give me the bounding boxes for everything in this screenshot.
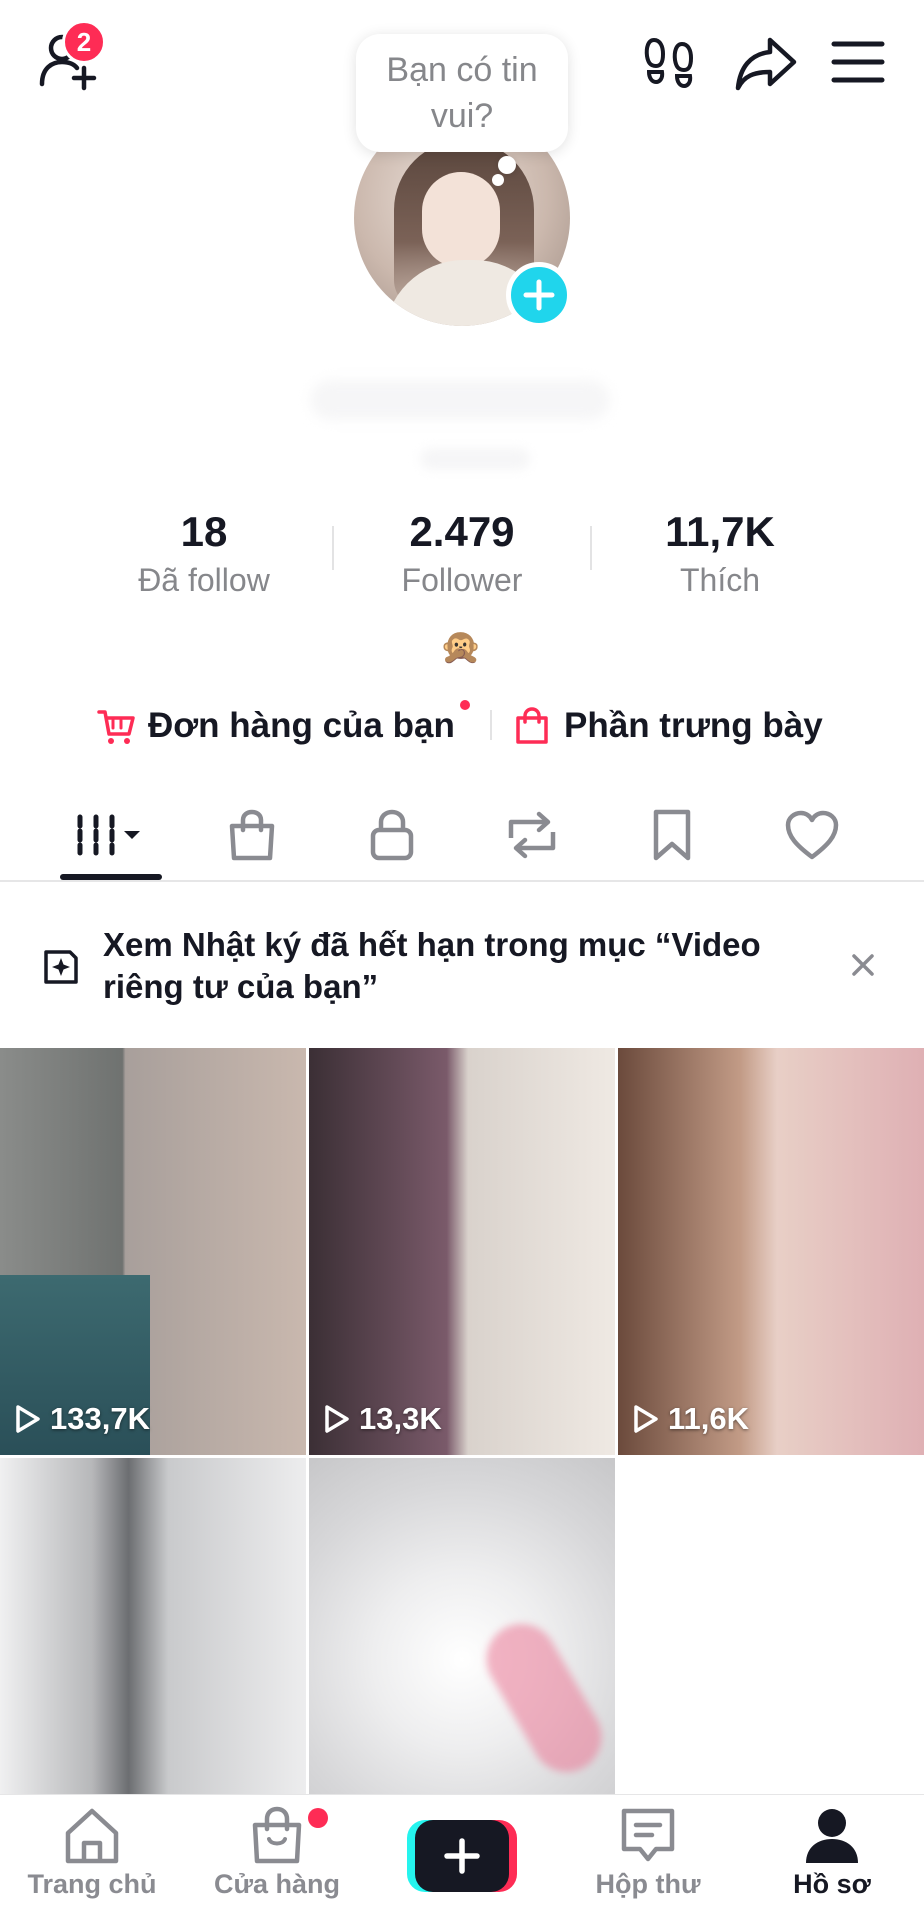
footprints-icon: [644, 37, 694, 89]
nav-shop[interactable]: Cửa hàng: [192, 1805, 362, 1915]
tab-private[interactable]: [342, 790, 442, 880]
cart-icon: [97, 710, 135, 744]
play-icon: [16, 1405, 40, 1433]
following-label: Đã follow: [138, 562, 270, 598]
bio-emoji: 🙊: [439, 628, 483, 666]
view-count: 11,6K: [632, 1401, 749, 1437]
tab-reposts[interactable]: [482, 790, 582, 880]
thumbnail-image: [618, 1048, 924, 1455]
profile-tabs: [0, 790, 924, 882]
inbox-icon: [621, 1808, 675, 1862]
video-thumbnail[interactable]: [309, 1458, 615, 1794]
friend-request-badge: 2: [62, 20, 106, 64]
video-thumbnail[interactable]: 133,7K: [0, 1048, 306, 1455]
likes-label: Thích: [679, 562, 761, 598]
orders-link[interactable]: Đơn hàng của bạn: [96, 696, 455, 756]
view-count-text: 13,3K: [359, 1401, 442, 1436]
orders-notification-dot: [460, 700, 470, 710]
shop-notification-dot: [308, 1808, 328, 1828]
bubble-tail: [498, 156, 516, 174]
view-count: 13,3K: [323, 1401, 442, 1437]
view-count: 133,7K: [14, 1401, 150, 1437]
nav-inbox[interactable]: Hộp thư: [563, 1805, 733, 1915]
thumbnail-image: [0, 1458, 306, 1794]
heart-icon: [785, 810, 839, 860]
shop-divider: [490, 710, 492, 740]
nav-home[interactable]: Trang chủ: [7, 1805, 177, 1915]
video-thumbnail[interactable]: 11,6K: [618, 1048, 924, 1455]
shopping-bag-icon: [516, 707, 548, 744]
profile-views-button[interactable]: [632, 24, 708, 100]
expired-diary-notice[interactable]: Xem Nhật ký đã hết hạn trong mục “Video …: [0, 914, 924, 1018]
lock-icon: [370, 809, 414, 861]
active-tab-indicator: [60, 874, 162, 880]
followers-label: Follower: [401, 562, 523, 598]
close-icon[interactable]: [846, 948, 880, 982]
stats-row: 18 Đã follow 2.479 Follower 11,7K Thích: [0, 504, 924, 604]
nav-profile-label: Hồ sơ: [793, 1869, 871, 1899]
shopping-bag-icon: [229, 809, 275, 861]
plus-icon: [444, 1838, 480, 1874]
nav-profile[interactable]: Hồ sơ: [747, 1805, 917, 1915]
note-bubble[interactable]: Bạn có tin vui?: [356, 34, 568, 152]
share-profile-button[interactable]: [726, 22, 806, 102]
nav-shop-label: Cửa hàng: [213, 1869, 341, 1899]
plus-icon: [523, 279, 555, 311]
bubble-tail-small: [492, 174, 504, 186]
showcase-link[interactable]: Phần trưng bày: [512, 696, 823, 756]
likes-count: 11,7K: [665, 508, 775, 555]
nav-inbox-label: Hộp thư: [595, 1869, 701, 1899]
nav-home-label: Trang chủ: [27, 1869, 157, 1899]
home-icon: [65, 1808, 119, 1864]
tab-shop[interactable]: [202, 790, 302, 880]
tab-liked[interactable]: [762, 790, 862, 880]
create-video-button[interactable]: [407, 1820, 517, 1892]
thumbnail-image: [309, 1048, 615, 1455]
play-icon: [634, 1405, 658, 1433]
username-placeholder: [310, 380, 610, 420]
add-story-button[interactable]: [506, 262, 572, 328]
diary-sparkle-icon: [44, 950, 78, 984]
video-thumbnail[interactable]: [0, 1458, 306, 1794]
menu-button[interactable]: [820, 24, 896, 100]
showcase-label: Phần trưng bày: [564, 706, 823, 745]
video-thumbnail[interactable]: 13,3K: [309, 1048, 615, 1455]
profile-icon: [806, 1809, 858, 1863]
note-bubble-text: Bạn có tin vui?: [386, 51, 538, 135]
menu-icon: [831, 41, 885, 83]
bookmark-icon: [653, 809, 691, 861]
following-count: 18: [180, 508, 228, 555]
subtitle-placeholder: [420, 448, 530, 470]
view-count-text: 133,7K: [50, 1401, 150, 1436]
view-count-text: 11,6K: [668, 1401, 750, 1436]
share-icon: [735, 37, 797, 91]
likes-stat[interactable]: 11,7K Thích: [610, 504, 830, 600]
shopping-bag-icon: [252, 1806, 302, 1864]
followers-count: 2.479: [409, 508, 515, 555]
grid-icon: [77, 814, 140, 856]
tab-saved[interactable]: [622, 790, 722, 880]
notice-text: Xem Nhật ký đã hết hạn trong mục “Video …: [103, 926, 761, 1005]
orders-label: Đơn hàng của bạn: [148, 706, 455, 745]
stat-divider: [590, 526, 592, 570]
stat-divider: [332, 526, 334, 570]
tab-videos[interactable]: [58, 790, 158, 880]
video-grid: 133,7K 13,3K 11,6K: [0, 1048, 924, 1794]
play-icon: [325, 1405, 349, 1433]
following-stat[interactable]: 18 Đã follow: [94, 504, 314, 600]
repost-icon: [508, 811, 556, 859]
followers-stat[interactable]: 2.479 Follower: [352, 504, 572, 600]
